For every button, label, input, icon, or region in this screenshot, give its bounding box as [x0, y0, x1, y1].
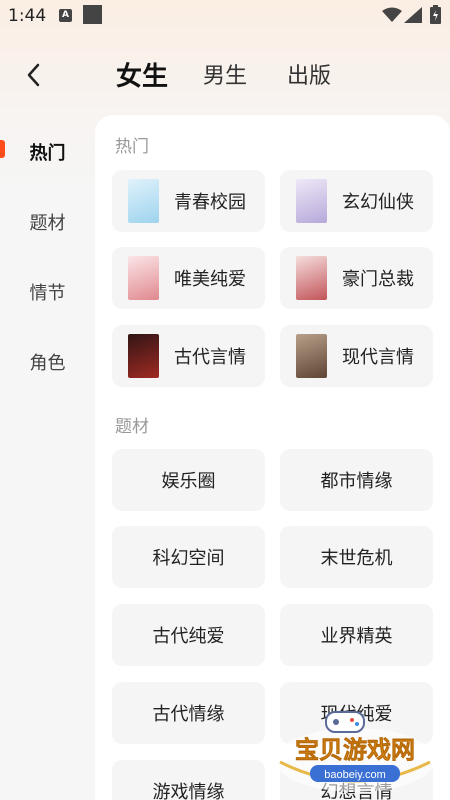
category-label: 豪门总裁	[342, 269, 414, 290]
category-card[interactable]: 现代言情	[280, 325, 433, 387]
book-cover	[296, 179, 327, 223]
gamepad-icon	[325, 711, 365, 733]
category-panel: 热门 青春校园 玄幻仙侠 唯美纯爱 豪门总裁 古代言情 现代言情 题材 娱乐圈 …	[95, 115, 450, 800]
signal-icon	[404, 7, 422, 23]
category-label: 现代言情	[342, 347, 414, 368]
category-label: 玄幻仙侠	[342, 192, 414, 213]
category-label: 科幻空间	[152, 548, 225, 569]
category-card[interactable]: 科幻空间	[112, 526, 265, 588]
category-card[interactable]: 都市情缘	[280, 449, 433, 511]
section-title-hot: 热门	[115, 137, 149, 157]
status-time: 1:44	[8, 6, 47, 26]
sidebar-item-hot[interactable]: 热门	[0, 139, 95, 165]
category-label: 古代情缘	[152, 704, 225, 725]
category-card[interactable]: 唯美纯爱	[112, 247, 265, 309]
category-card[interactable]: 青春校园	[112, 170, 265, 232]
site-watermark: 宝贝游戏网 baobeiy.com	[270, 700, 440, 795]
tab-male[interactable]: 男生	[203, 58, 247, 90]
category-card[interactable]: 娱乐圈	[112, 449, 265, 511]
notification-square-icon	[83, 5, 102, 24]
category-card[interactable]: 业界精英	[280, 604, 433, 666]
watermark-url: baobeiy.com	[324, 769, 386, 781]
category-card[interactable]: 古代情缘	[112, 682, 265, 744]
sidebar-item-theme[interactable]: 题材	[0, 209, 95, 235]
sidebar-item-plot[interactable]: 情节	[0, 279, 95, 305]
chevron-left-icon	[27, 63, 40, 87]
category-label: 业界精英	[320, 626, 393, 647]
category-card[interactable]: 玄幻仙侠	[280, 170, 433, 232]
book-cover	[128, 334, 159, 378]
category-label: 古代纯爱	[152, 626, 225, 647]
book-cover	[296, 256, 327, 300]
app-notification-icon: A	[59, 9, 72, 22]
category-label: 唯美纯爱	[174, 269, 246, 290]
battery-icon	[430, 5, 441, 24]
back-button[interactable]	[22, 62, 48, 88]
tab-publish[interactable]: 出版	[287, 58, 331, 90]
category-card[interactable]: 豪门总裁	[280, 247, 433, 309]
category-card[interactable]: 末世危机	[280, 526, 433, 588]
category-label: 末世危机	[320, 548, 393, 569]
category-card[interactable]: 游戏情缘	[112, 760, 265, 800]
category-label: 青春校园	[174, 192, 246, 213]
book-cover	[128, 179, 159, 223]
book-cover	[296, 334, 327, 378]
category-card[interactable]: 古代言情	[112, 325, 265, 387]
tab-female[interactable]: 女生	[116, 56, 168, 93]
sidebar-item-role[interactable]: 角色	[0, 349, 95, 375]
watermark-text: 宝贝游戏网	[295, 736, 415, 764]
section-title-theme: 题材	[115, 417, 149, 437]
book-cover	[128, 256, 159, 300]
category-label: 古代言情	[174, 347, 246, 368]
category-label: 都市情缘	[320, 471, 393, 492]
category-label: 游戏情缘	[152, 782, 225, 800]
wifi-icon	[382, 7, 402, 22]
category-card[interactable]: 古代纯爱	[112, 604, 265, 666]
status-bar: 1:44 A	[0, 0, 450, 32]
category-label: 娱乐圈	[161, 471, 216, 492]
